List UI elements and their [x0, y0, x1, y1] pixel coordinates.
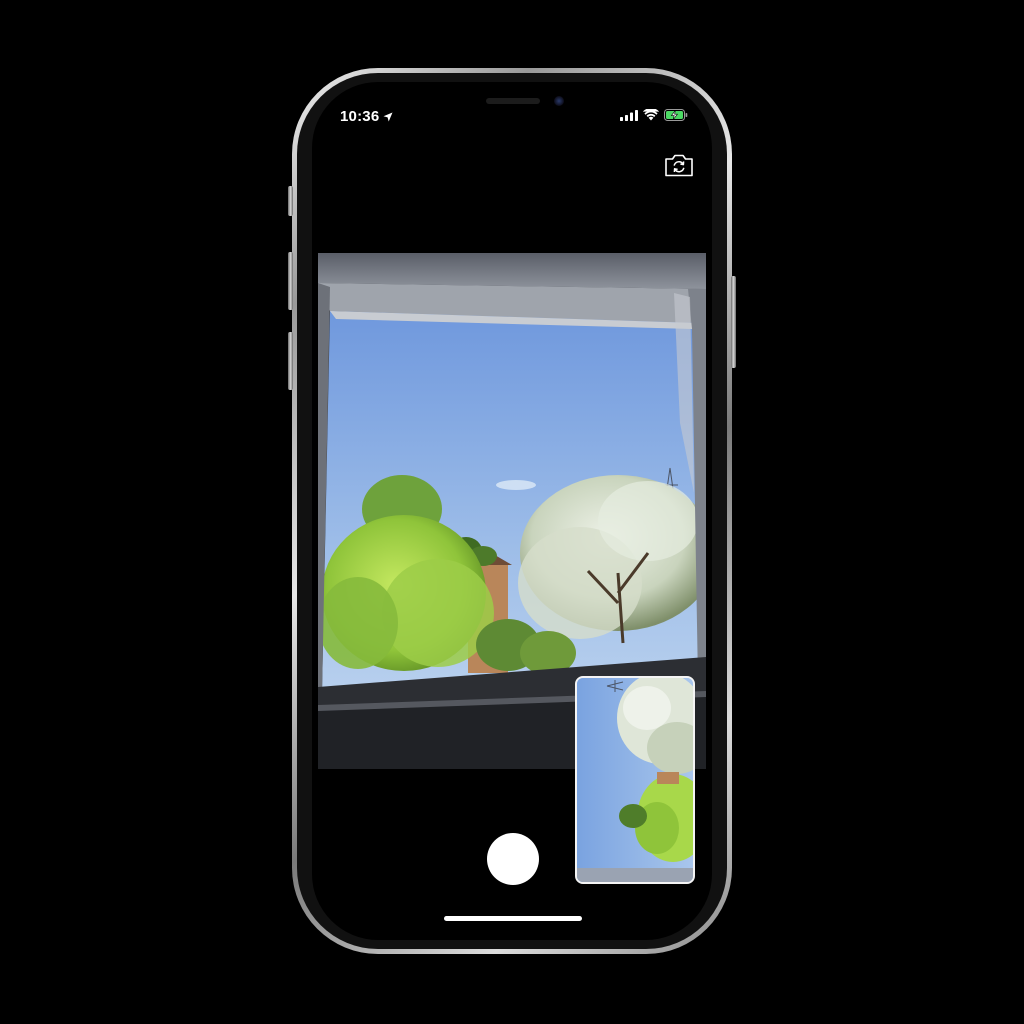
pip-preview-scene	[577, 678, 693, 882]
shutter-button[interactable]	[487, 833, 539, 885]
status-bar-time: 10:36	[340, 108, 393, 125]
location-arrow-icon	[383, 112, 393, 121]
volume-up-button	[288, 252, 293, 310]
battery-charging-icon	[664, 109, 688, 121]
home-indicator[interactable]	[444, 916, 582, 921]
phone-screen: 10:36	[312, 82, 712, 940]
stage: 10:36	[0, 0, 1024, 1024]
volume-down-button	[288, 332, 293, 390]
secondary-camera-preview[interactable]	[575, 676, 695, 884]
status-bar-indicators	[620, 109, 688, 121]
front-camera-lens	[554, 96, 564, 106]
camera-flip-icon	[665, 154, 693, 177]
cellular-signal-icon	[620, 109, 638, 121]
status-time-text: 10:36	[340, 108, 380, 125]
mute-switch	[288, 186, 293, 216]
camera-flip-button[interactable]	[664, 152, 694, 178]
wifi-icon	[643, 109, 659, 121]
earpiece-speaker	[486, 98, 540, 104]
power-button	[731, 276, 736, 368]
